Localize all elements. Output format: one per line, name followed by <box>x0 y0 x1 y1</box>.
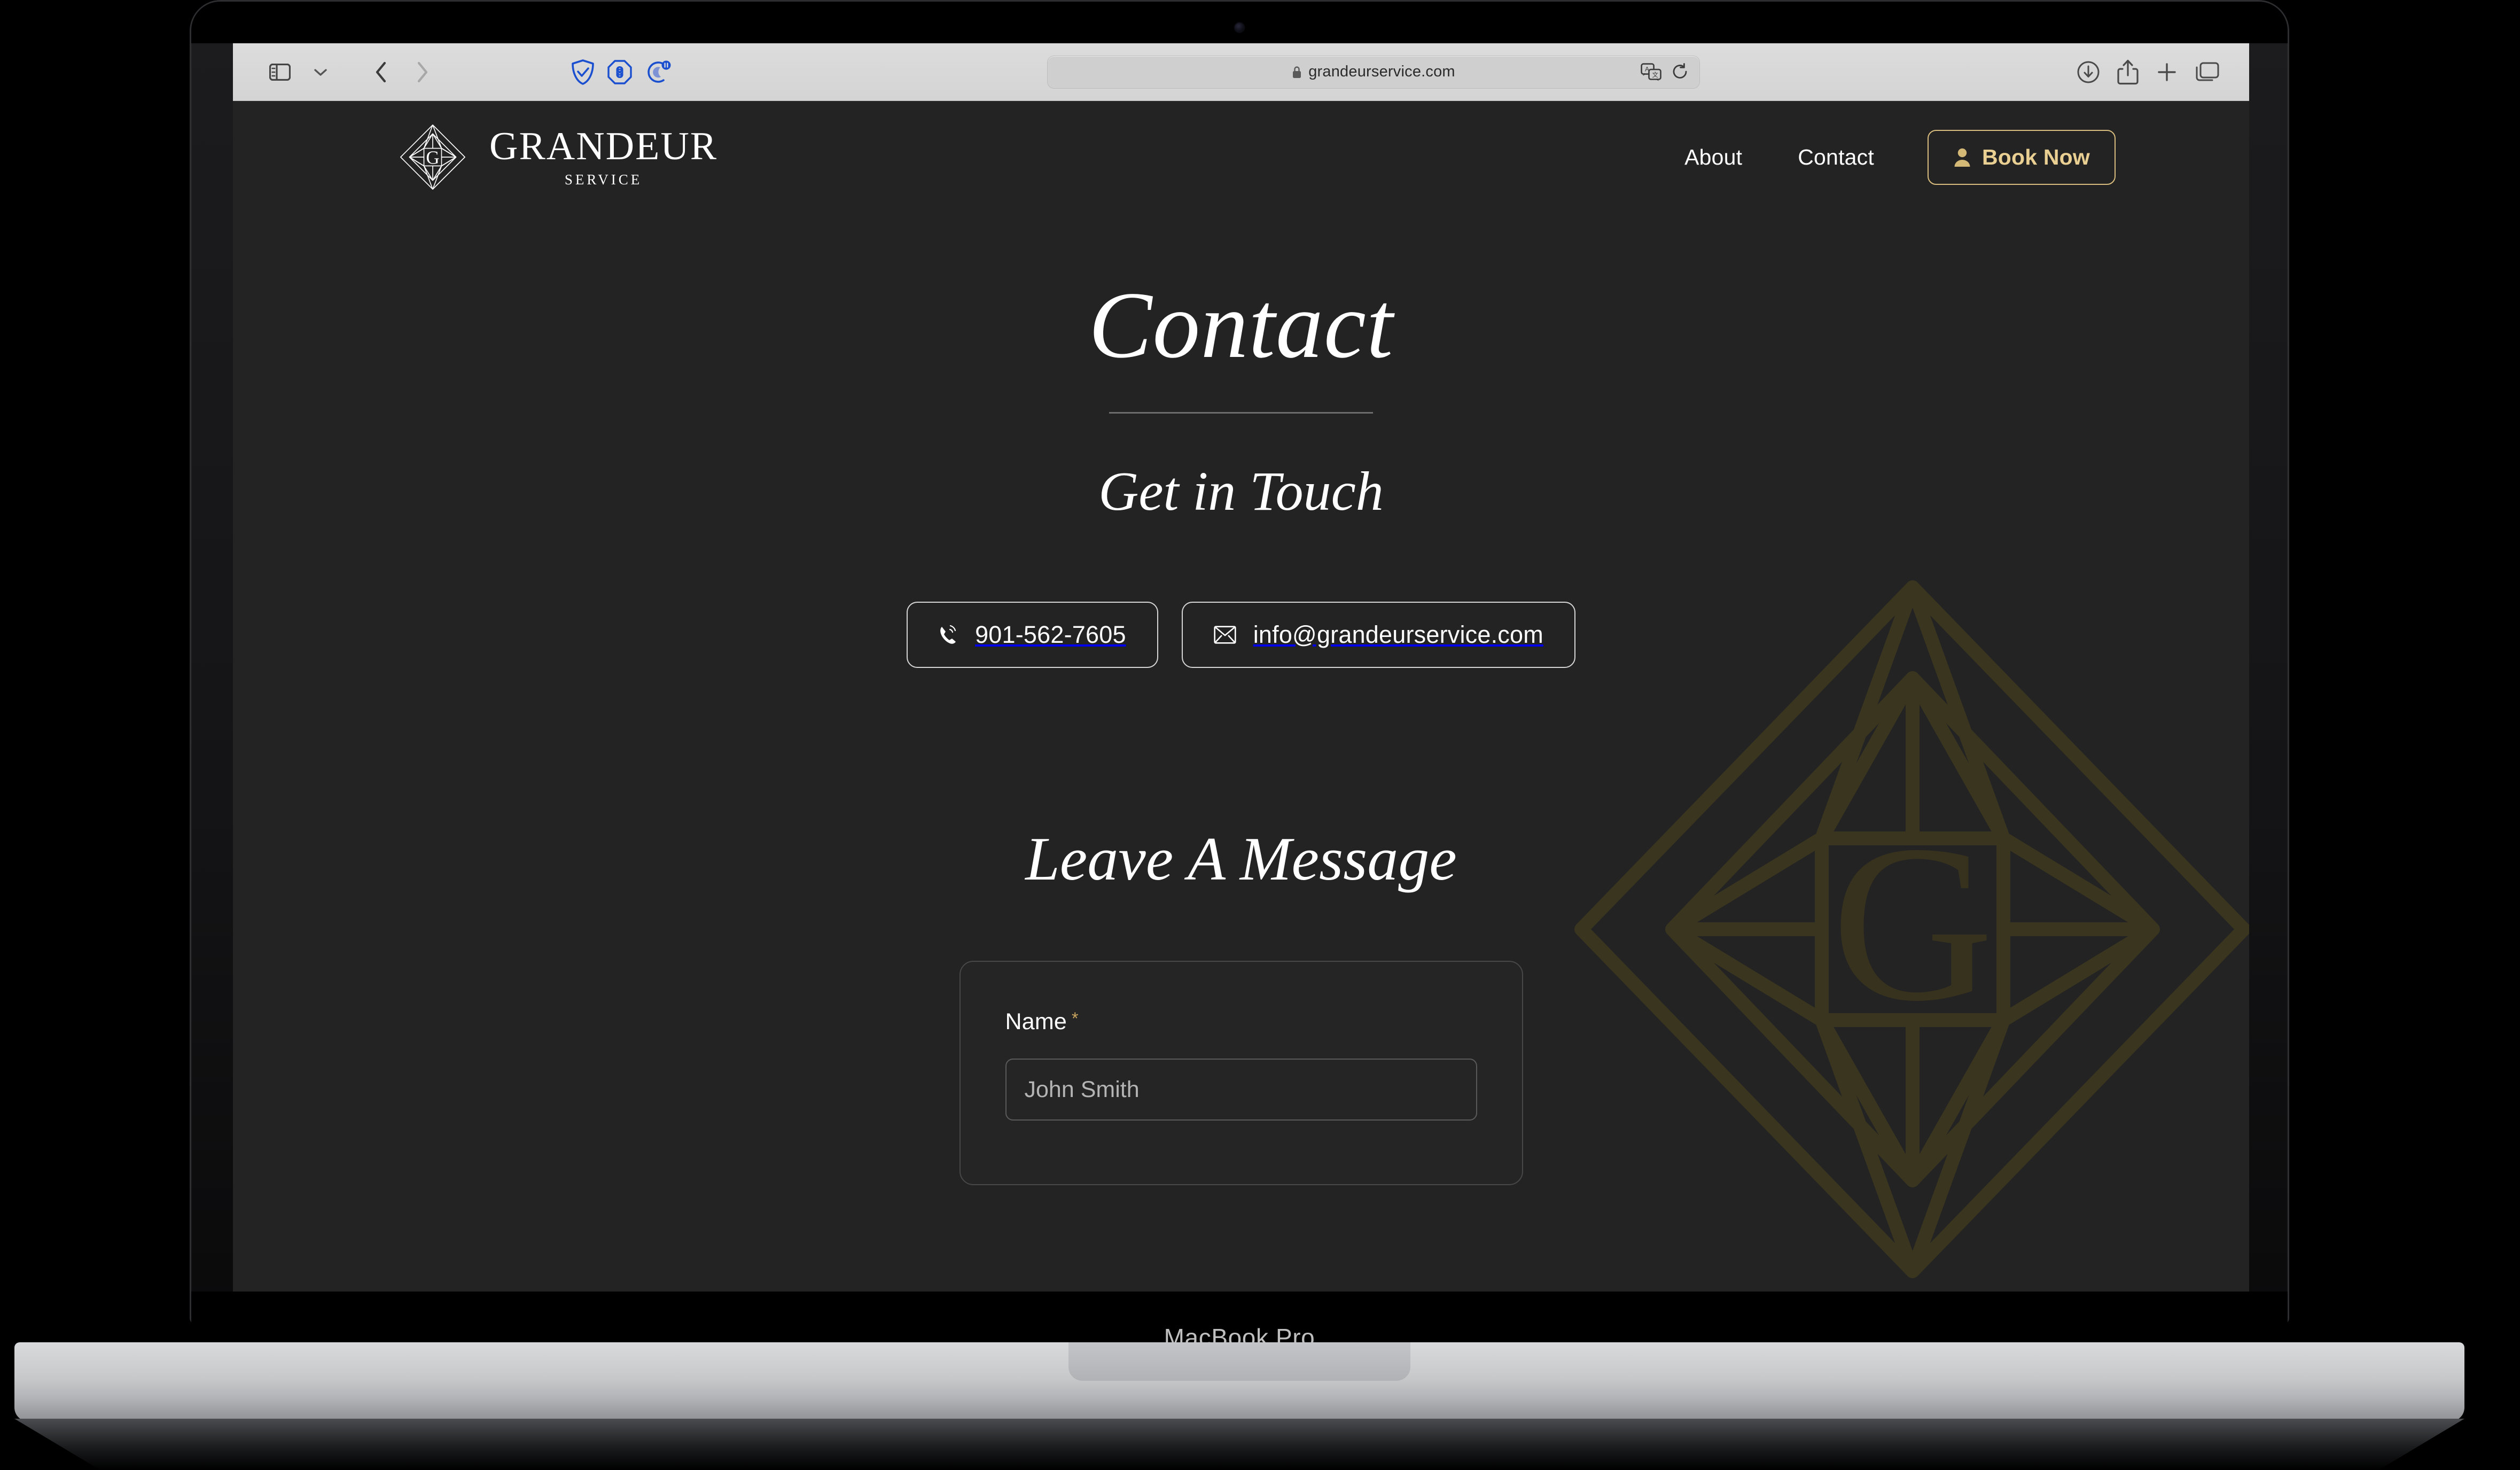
phone-number: 901-562-7605 <box>975 621 1126 648</box>
email-button[interactable]: info@grandeurservice.com <box>1181 602 1575 668</box>
contact-methods: 901-562-7605 info@grandeurservice.com <box>233 602 2249 668</box>
brand-tagline: SERVICE <box>564 171 643 188</box>
name-field-label: Name * <box>1005 1009 1477 1035</box>
laptop-base-foot <box>14 1419 2464 1470</box>
name-input[interactable] <box>1005 1059 1477 1121</box>
moon-pause-icon[interactable] <box>644 59 671 85</box>
name-label-text: Name <box>1005 1009 1067 1035</box>
browser-left-controls <box>233 54 671 90</box>
browser-right-controls <box>2076 59 2249 85</box>
translate-icon[interactable]: A 文 <box>1641 63 1662 81</box>
hero-section: Contact Get in Touch <box>233 213 2249 519</box>
tabs-icon[interactable] <box>2195 60 2220 84</box>
nav-link-contact[interactable]: Contact <box>1770 145 1902 170</box>
phone-button[interactable]: 901-562-7605 <box>907 602 1158 668</box>
title-divider <box>1109 412 1373 414</box>
laptop-top-bezel <box>191 2 2288 43</box>
reload-icon[interactable] <box>1672 63 1689 81</box>
lock-icon <box>1292 65 1302 79</box>
camera-dot-icon <box>1235 23 1244 32</box>
shield-check-icon[interactable] <box>571 59 595 85</box>
book-now-label: Book Now <box>1981 144 2090 169</box>
laptop-base-notch <box>1068 1342 1410 1381</box>
brand-name: GRANDEUR <box>489 124 718 168</box>
email-address: info@grandeurservice.com <box>1253 621 1543 648</box>
browser-extensions <box>571 59 671 85</box>
site-header: G GRANDEUR SERVICE About Contact Book No… <box>233 101 2249 213</box>
phone-icon <box>939 624 958 645</box>
scene: grandeurservice.com A 文 G G GRANDEUR SER… <box>0 0 2520 1470</box>
browser-toolbar: grandeurservice.com A 文 <box>233 43 2249 101</box>
message-section-title: Leave A Message <box>1025 825 1457 893</box>
hero-subtitle: Get in Touch <box>1098 461 1384 522</box>
chevron-right-icon[interactable] <box>402 54 442 90</box>
page-title: Contact <box>1088 272 1394 378</box>
laptop-lid: grandeurservice.com A 文 G G GRANDEUR SER… <box>190 0 2289 1327</box>
envelope-icon <box>1214 626 1236 644</box>
share-icon[interactable] <box>2117 59 2139 85</box>
sidebar-icon[interactable] <box>260 54 300 90</box>
svg-text:文: 文 <box>1652 71 1659 79</box>
command-octagon-icon[interactable] <box>607 59 633 85</box>
chevron-left-icon[interactable] <box>361 54 402 90</box>
laptop-chin <box>191 1292 2288 1327</box>
address-bar-url: grandeurservice.com <box>1308 63 1455 80</box>
nav-link-about[interactable]: About <box>1657 145 1770 170</box>
plus-icon[interactable] <box>2155 60 2179 84</box>
web-page: G G GRANDEUR SERVICE About Contact Book … <box>233 101 2249 1292</box>
contact-form: Name * <box>959 961 1523 1185</box>
brand-logo[interactable]: G GRANDEUR SERVICE <box>399 123 717 191</box>
diamond-g-watermark-icon: G <box>1565 571 2249 1287</box>
macbook-mockup: grandeurservice.com A 文 G G GRANDEUR SER… <box>14 0 2464 1470</box>
chevron-down-icon[interactable] <box>300 54 341 90</box>
book-now-button[interactable]: Book Now <box>1927 129 2116 185</box>
required-marker: * <box>1072 1009 1079 1028</box>
diamond-g-logo-icon: G <box>399 123 467 191</box>
address-bar-container: grandeurservice.com A 文 <box>671 55 2076 89</box>
address-bar[interactable]: grandeurservice.com A 文 <box>1047 55 1700 89</box>
svg-text:G: G <box>426 147 439 168</box>
user-icon <box>1953 147 1971 167</box>
main-nav: About Contact Book Now <box>1657 129 2116 185</box>
screen-viewport: grandeurservice.com A 文 G G GRANDEUR SER… <box>233 43 2249 1292</box>
download-circle-icon[interactable] <box>2076 60 2101 84</box>
